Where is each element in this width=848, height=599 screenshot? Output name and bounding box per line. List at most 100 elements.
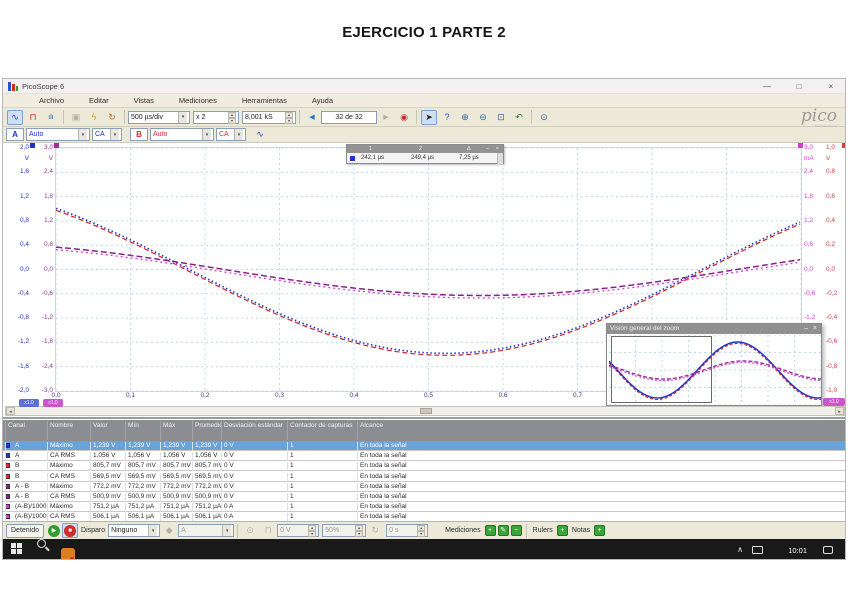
table-row[interactable]: ACA RMS1,056 V1,056 V1,056 V1,056 V0 V1E… <box>3 451 846 461</box>
start-button-icon[interactable] <box>11 543 23 555</box>
table-cell: En toda la señal <box>357 493 845 502</box>
rulers-button[interactable]: + <box>557 525 568 536</box>
refresh-button[interactable]: ↻ <box>104 110 120 125</box>
delete-measurement-button[interactable]: − <box>511 525 522 536</box>
spin-down-icon[interactable]: ▾ <box>228 118 236 124</box>
close-button[interactable]: × <box>823 80 839 93</box>
table-cell: 805,7 mV <box>90 462 125 471</box>
legend-close-icon[interactable]: × <box>496 146 499 152</box>
scrollbar-thumb[interactable] <box>420 408 432 414</box>
axis-scale-chip[interactable]: x1.0 <box>43 399 63 407</box>
table-row[interactable]: (A-B)/1000Máximo751,2 µA751,2 µA751,2 µA… <box>3 502 846 512</box>
menu-item-archivo[interactable]: Archivo <box>31 96 72 105</box>
ruler-legend-header: − × 12Δ <box>347 145 503 153</box>
channel-a-button[interactable]: A <box>6 128 24 141</box>
channel-a-range-select[interactable]: Auto ▾ <box>26 128 90 141</box>
add-measurement-button[interactable]: + <box>485 525 496 536</box>
taskbar-app-orange-icon[interactable] <box>61 548 75 560</box>
overview-close-icon[interactable]: × <box>813 324 817 334</box>
table-row[interactable]: BCA RMS569,5 mV569,5 mV569,5 mV569,5 mV0… <box>3 472 846 482</box>
awg-button[interactable]: ϟ <box>86 110 102 125</box>
trigger-delay-stepper[interactable]: 0 s ▴▾ <box>386 524 428 537</box>
menu-item-mediciones[interactable]: Mediciones <box>171 96 225 105</box>
maximize-button[interactable]: □ <box>791 80 807 93</box>
pretrigger-stepper[interactable]: 50% ▴▾ <box>322 524 366 537</box>
table-cell: En toda la señal <box>357 503 845 512</box>
zoom-in-button[interactable]: ⊕ <box>457 110 473 125</box>
channel-b-button[interactable]: B <box>130 128 148 141</box>
ruler-checkbox[interactable] <box>350 156 355 161</box>
zoom-full-button[interactable]: ⊙ <box>536 110 552 125</box>
spectrum-button[interactable]: ılı <box>43 110 59 125</box>
edit-measurement-button[interactable]: ✎ <box>498 525 509 536</box>
legend-minimize-icon[interactable]: − <box>486 146 489 152</box>
axis-channel-square <box>30 143 35 148</box>
zoom-out-button[interactable]: ⊖ <box>475 110 491 125</box>
trigger-threshold-stepper[interactable]: 0 V ▴▾ <box>277 524 319 537</box>
channel-b-range-select[interactable]: Auto ▾ <box>150 128 214 141</box>
scroll-left-icon[interactable]: ◂ <box>6 407 15 415</box>
tray-network-icon[interactable] <box>752 546 763 554</box>
trigger-mode-select[interactable]: Ninguno ▾ <box>108 524 160 537</box>
axis-scale-chip[interactable]: x1.0 <box>19 399 39 407</box>
overview-minimize-icon[interactable]: ‒ <box>804 324 808 334</box>
table-cell: 805,7 mV <box>125 462 160 471</box>
ruler-legend-column: Δ <box>467 146 471 152</box>
persistence-button[interactable]: ⊓ <box>25 110 41 125</box>
horizontal-scrollbar[interactable]: ◂ ▸ <box>5 406 845 416</box>
stopped-button[interactable]: Detenido <box>6 524 44 538</box>
search-icon[interactable] <box>37 539 46 548</box>
persistence-icon: ⊓ <box>29 112 36 123</box>
ruler-legend[interactable]: − × 12Δ 242,1 µs249,4 µs7,25 µs <box>346 144 504 164</box>
main-toolbar: ∿ ⊓ ılı ▣ ϟ ↻ 500 µs/div ▾ x 2 ▴▾ 8,001 … <box>3 108 845 127</box>
picoscope-window: PicoScope 6 — □ × ArchivoEditarVistasMed… <box>2 78 846 560</box>
falling-edge-button[interactable]: ⊓ <box>260 523 276 538</box>
table-row[interactable]: AMáximo1,239 V1,239 V1,239 V1,239 V0 V1E… <box>3 441 846 451</box>
pointer-tool-button[interactable]: ➤ <box>421 110 437 125</box>
start-capture-button[interactable]: ▶ <box>46 523 62 538</box>
rapid-trigger-button[interactable]: ↻ <box>367 523 383 538</box>
scope-view-button[interactable]: ∿ <box>7 110 23 125</box>
channel-b-coupling-select[interactable]: CA ▾ <box>216 128 246 141</box>
timebase-select[interactable]: 500 µs/div ▾ <box>128 111 190 124</box>
next-buffer-button[interactable]: ▶ <box>378 110 394 125</box>
menu-item-herramientas[interactable]: Herramientas <box>234 96 295 105</box>
stop-capture-button[interactable]: ■ <box>62 523 78 538</box>
menu-item-editar[interactable]: Editar <box>81 96 117 105</box>
buffer-overview-button[interactable]: ◉ <box>396 110 412 125</box>
y-tick: 0,4 <box>826 217 846 225</box>
scroll-right-icon[interactable]: ▸ <box>835 407 844 415</box>
undo-zoom-button[interactable]: ↶ <box>511 110 527 125</box>
rising-edge-button[interactable]: ⊙ <box>242 523 258 538</box>
x-tick: 0,3 <box>269 392 291 399</box>
table-row[interactable]: A - BMáximo772,2 mV772,2 mV772,2 mV772,2… <box>3 482 846 492</box>
notes-button[interactable]: + <box>594 525 605 536</box>
prev-buffer-button[interactable]: ◀ <box>304 110 320 125</box>
trigger-source-select[interactable]: A ▾ <box>178 524 234 537</box>
samples-stepper[interactable]: 8,001 kS ▴▾ <box>242 111 296 124</box>
buffer-position-field[interactable]: 32 de 32 <box>321 111 377 124</box>
minimize-button[interactable]: — <box>759 80 775 93</box>
table-cell: CA RMS <box>47 452 90 461</box>
trigger-marker-button[interactable]: ◆ <box>161 523 177 538</box>
overview-selection-rect[interactable] <box>611 336 712 403</box>
toolbar-separator <box>526 524 527 538</box>
table-row[interactable]: A - BCA RMS500,9 mV500,9 mV500,9 mV500,9… <box>3 492 846 502</box>
tray-chevron-icon[interactable]: ∧ <box>737 545 743 554</box>
help-pointer-button[interactable]: ? <box>439 110 455 125</box>
copy-button[interactable]: ▣ <box>68 110 84 125</box>
menu-item-ayuda[interactable]: Ayuda <box>304 96 341 105</box>
zoom-factor-stepper[interactable]: x 2 ▴▾ <box>193 111 239 124</box>
channel-a-coupling-select[interactable]: CA ▾ <box>92 128 122 141</box>
table-cell: CA RMS <box>47 473 90 482</box>
zoom-window-button[interactable]: ⊡ <box>493 110 509 125</box>
math-channels-button[interactable]: ∿ <box>252 127 268 142</box>
menu-item-vistas[interactable]: Vistas <box>126 96 162 105</box>
axis-scale-chip[interactable]: x1.0 <box>823 398 845 406</box>
toolbar-separator <box>531 110 532 124</box>
zoom-overview-window[interactable]: Visión general del zoom ‒ × <box>606 323 822 406</box>
legend-scroll-strip[interactable] <box>497 153 503 164</box>
notifications-icon[interactable] <box>823 546 833 554</box>
spin-down-icon[interactable]: ▾ <box>285 118 293 124</box>
table-row[interactable]: BMáximo805,7 mV805,7 mV805,7 mV805,7 mV0… <box>3 461 846 471</box>
